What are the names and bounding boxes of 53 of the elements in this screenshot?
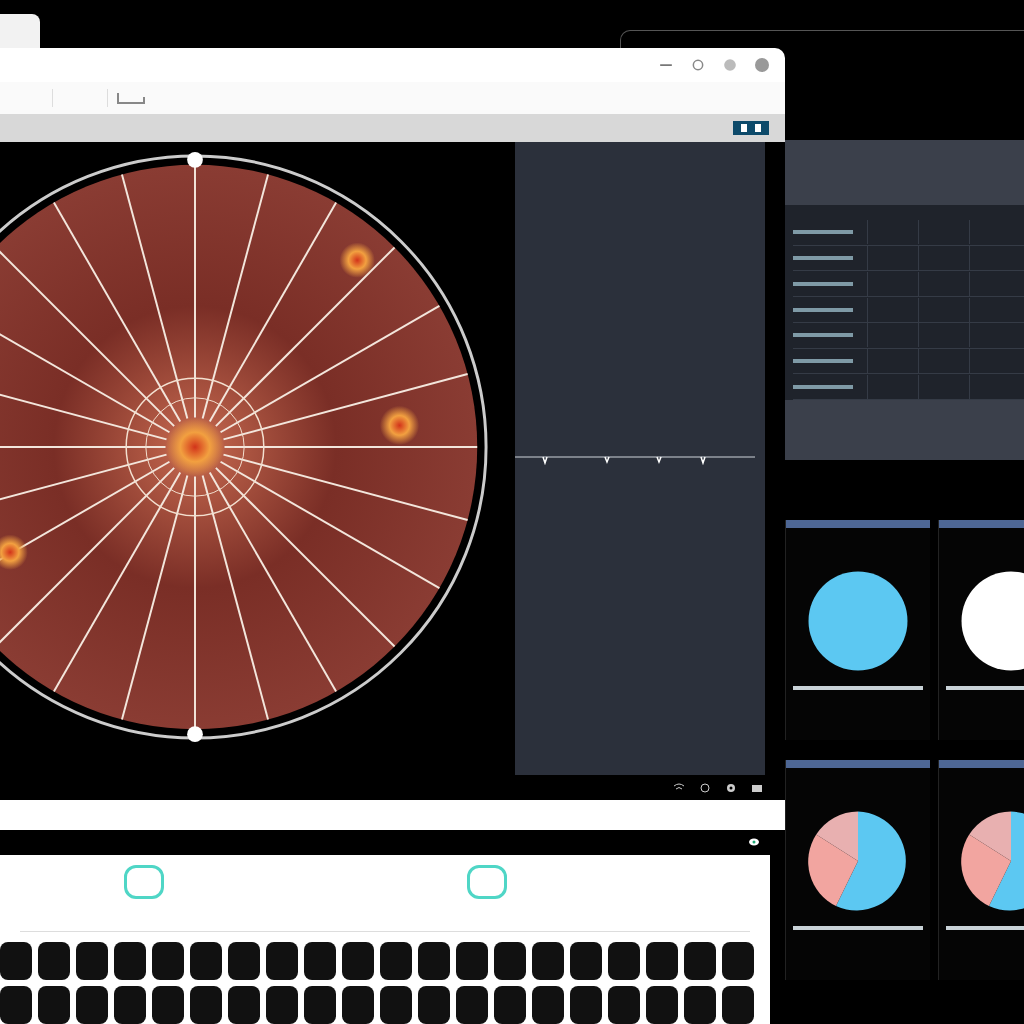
circle-icon[interactable] bbox=[699, 781, 711, 794]
keyboard-key[interactable] bbox=[418, 986, 450, 1024]
keyboard-key[interactable] bbox=[342, 942, 374, 980]
slider-handle[interactable] bbox=[124, 864, 165, 899]
keyboard-key[interactable] bbox=[114, 986, 146, 1024]
keyboard-key[interactable] bbox=[266, 942, 298, 980]
keyboard-key[interactable] bbox=[38, 942, 70, 980]
keyboard-key[interactable] bbox=[266, 986, 298, 1024]
keyboard-key[interactable] bbox=[418, 942, 450, 980]
keyboard-key[interactable] bbox=[494, 942, 526, 980]
keyboard-key[interactable] bbox=[684, 986, 716, 1024]
keyboard-key[interactable] bbox=[342, 986, 374, 1024]
keyboard-key[interactable] bbox=[722, 986, 754, 1024]
keyboard-key[interactable] bbox=[190, 986, 222, 1024]
keyboard-key[interactable] bbox=[380, 986, 412, 1024]
keyboard-key[interactable] bbox=[380, 942, 412, 980]
slider-handle[interactable] bbox=[467, 864, 508, 899]
keyboard-key[interactable] bbox=[190, 942, 222, 980]
keyboard-key[interactable] bbox=[152, 942, 184, 980]
keyboard-key[interactable] bbox=[608, 942, 640, 980]
keyboard-key[interactable] bbox=[114, 942, 146, 980]
keyboard-key[interactable] bbox=[570, 942, 602, 980]
close-icon[interactable] bbox=[755, 58, 769, 72]
range-slider[interactable] bbox=[20, 864, 750, 932]
keyboard-key[interactable] bbox=[456, 986, 488, 1024]
keyboard-key[interactable] bbox=[0, 986, 32, 1024]
keyboard-key[interactable] bbox=[38, 986, 70, 1024]
logo-icon bbox=[731, 118, 771, 138]
keyboard-key[interactable] bbox=[646, 986, 678, 1024]
row-label-bar bbox=[793, 256, 853, 261]
keyboard-key[interactable] bbox=[152, 986, 184, 1024]
keyboard-key[interactable] bbox=[76, 986, 108, 1024]
row-label-bar bbox=[793, 281, 853, 286]
keyboard-key[interactable] bbox=[304, 942, 336, 980]
keyboard-key[interactable] bbox=[570, 986, 602, 1024]
keyboard-key[interactable] bbox=[76, 942, 108, 980]
row-label-bar bbox=[793, 307, 853, 312]
keyboard-key[interactable] bbox=[228, 942, 260, 980]
row-label-bar bbox=[793, 384, 853, 389]
row-label-bar bbox=[793, 358, 853, 363]
row-label-bar bbox=[793, 333, 853, 338]
keyboard-key[interactable] bbox=[532, 942, 564, 980]
keyboard-key[interactable] bbox=[456, 942, 488, 980]
keyboard-key[interactable] bbox=[0, 942, 32, 980]
keyboard-key[interactable] bbox=[494, 986, 526, 1024]
keyboard-key[interactable] bbox=[646, 942, 678, 980]
keyboard-key[interactable] bbox=[304, 986, 336, 1024]
keyboard-key[interactable] bbox=[722, 942, 754, 980]
keyboard-key[interactable] bbox=[532, 986, 564, 1024]
keyboard-key[interactable] bbox=[228, 986, 260, 1024]
keyboard-key[interactable] bbox=[608, 986, 640, 1024]
keyboard-key[interactable] bbox=[684, 942, 716, 980]
row-label-bar bbox=[793, 230, 853, 235]
